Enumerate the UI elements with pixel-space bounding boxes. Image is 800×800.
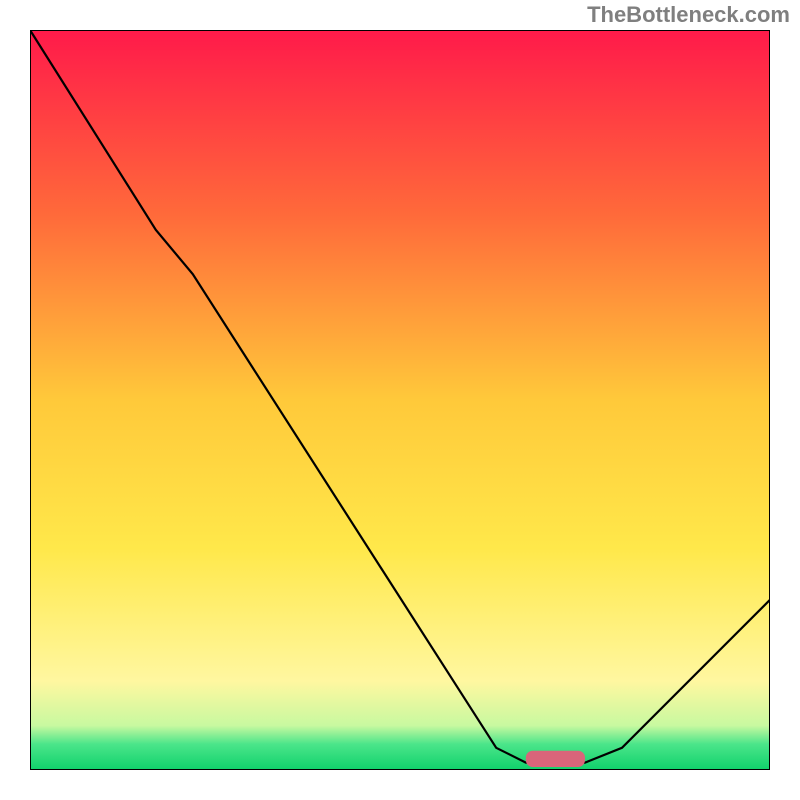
chart-background xyxy=(30,30,770,770)
chart-svg xyxy=(30,30,770,770)
bottleneck-chart xyxy=(30,30,770,770)
watermark-text: TheBottleneck.com xyxy=(587,2,790,28)
optimal-range-marker xyxy=(526,751,585,767)
